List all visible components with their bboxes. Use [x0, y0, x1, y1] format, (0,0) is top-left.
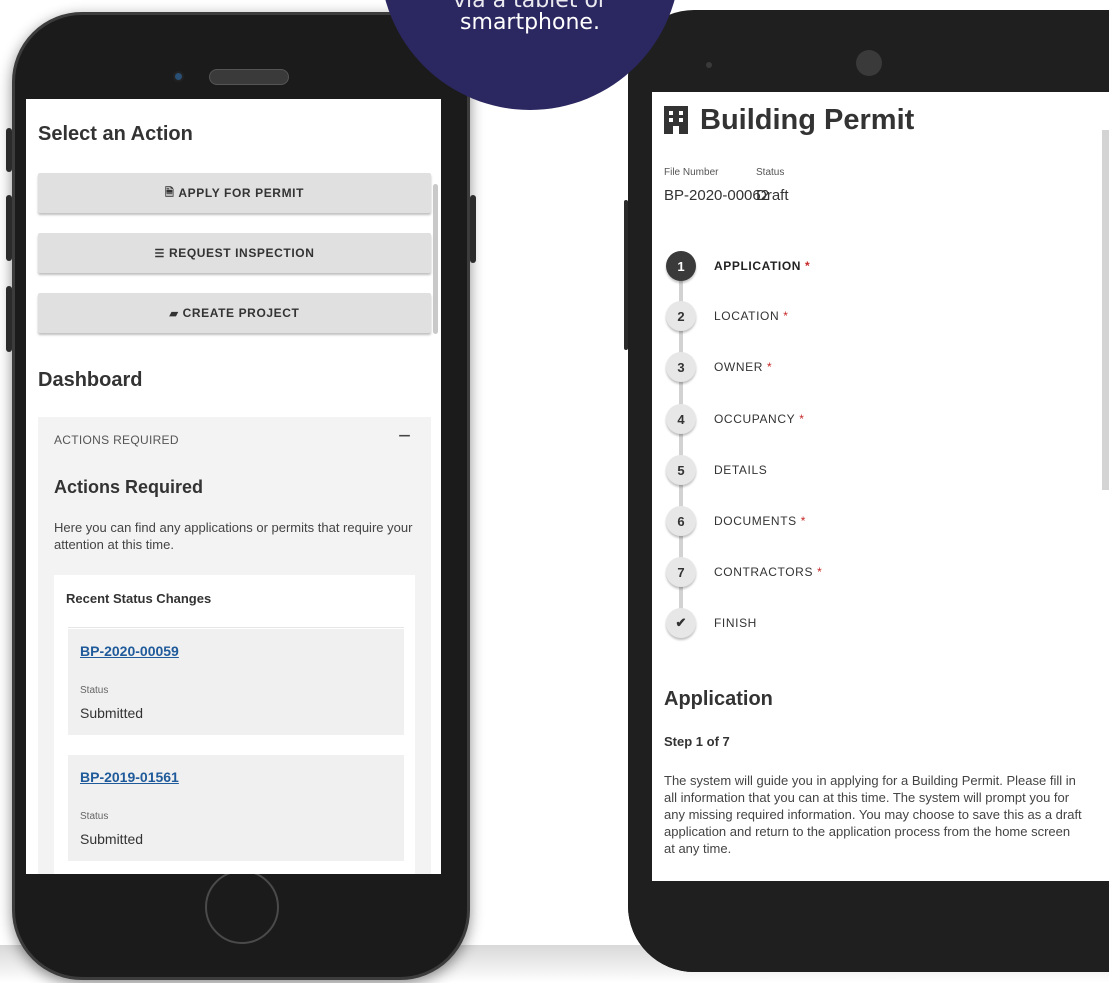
list-item: BP-2019-01561 Status Submitted — [68, 755, 404, 861]
button-label: REQUEST INSPECTION — [168, 246, 315, 260]
step-label: DOCUMENTS * — [714, 514, 807, 528]
step-label: CONTRACTORS * — [714, 565, 823, 579]
sensor-dot — [706, 62, 712, 68]
permit-link[interactable]: BP-2019-01561 — [80, 769, 179, 785]
required-marker: * — [817, 565, 823, 579]
folder-icon: ▰ — [169, 307, 179, 320]
collapse-icon[interactable]: − — [398, 423, 411, 449]
request-inspection-button[interactable]: ☰ REQUEST INSPECTION — [38, 233, 431, 273]
front-camera-icon — [173, 71, 184, 82]
step-number: 4 — [666, 404, 696, 434]
step-number: 1 — [666, 251, 696, 281]
left-phone-screen: Select an Action 🗎 APPLY FOR PERMIT ☰ RE… — [26, 99, 441, 874]
scrollbar[interactable] — [1102, 130, 1109, 490]
step-counter: Step 1 of 7 — [664, 734, 730, 749]
scrollbar[interactable] — [433, 184, 438, 334]
select-action-title: Select an Action — [38, 123, 193, 145]
step-number: 3 — [666, 352, 696, 382]
status-value: Submitted — [80, 705, 144, 721]
stage: Select an Action 🗎 APPLY FOR PERMIT ☰ RE… — [0, 0, 1109, 983]
actions-required-panel: ACTIONS REQUIRED − Actions Required Here… — [38, 417, 431, 874]
home-button[interactable] — [205, 870, 279, 944]
step-number: 6 — [666, 506, 696, 536]
step-owner[interactable]: 3 OWNER * — [666, 351, 966, 383]
apply-for-permit-button[interactable]: 🗎 APPLY FOR PERMIT — [38, 173, 431, 213]
step-label: OCCUPANCY * — [714, 412, 805, 426]
file-number-value: BP-2020-00062 — [664, 187, 770, 204]
step-label: LOCATION * — [714, 309, 789, 323]
step-number: 7 — [666, 557, 696, 587]
required-marker: * — [800, 514, 807, 528]
right-phone-screen: Building Permit File Number Status BP-20… — [652, 92, 1109, 881]
required-marker: * — [799, 412, 805, 426]
required-marker: * — [767, 360, 773, 374]
step-number: 2 — [666, 301, 696, 331]
speaker-grille — [209, 69, 289, 85]
list-item: BP-2020-00059 Status Submitted — [68, 629, 404, 735]
required-marker: * — [805, 259, 811, 273]
checkmark-icon: ✔ — [666, 608, 696, 638]
step-label: APPLICATION * — [714, 259, 811, 273]
power-button — [470, 195, 476, 263]
recent-status-card: Recent Status Changes BP-2020-00059 Stat… — [54, 575, 415, 874]
step-number: 5 — [666, 455, 696, 485]
status-value: Draft — [756, 187, 789, 204]
panel-title: Actions Required — [54, 477, 204, 497]
section-title: Application — [664, 688, 773, 710]
step-contractors[interactable]: 7 CONTRACTORS * — [666, 556, 966, 588]
card-title: Recent Status Changes — [66, 591, 212, 606]
panel-header[interactable]: ACTIONS REQUIRED — [54, 433, 179, 447]
step-label: OWNER * — [714, 360, 773, 374]
section-description: The system will guide you in applying fo… — [664, 773, 1082, 856]
step-application[interactable]: 1 APPLICATION * — [666, 250, 966, 282]
button-label: CREATE PROJECT — [182, 306, 300, 320]
button-label: APPLY FOR PERMIT — [178, 186, 305, 200]
step-finish[interactable]: ✔ FINISH — [666, 607, 966, 639]
volume-down-button — [6, 286, 12, 352]
status-label: Status — [756, 167, 785, 178]
step-label: DETAILS — [714, 463, 768, 477]
status-label: Status — [80, 811, 109, 822]
document-icon: 🗎 — [164, 186, 175, 199]
step-label: FINISH — [714, 616, 757, 630]
status-label: Status — [80, 685, 109, 696]
side-button — [624, 200, 628, 350]
permit-link[interactable]: BP-2020-00059 — [80, 643, 179, 659]
front-camera-icon — [856, 50, 882, 76]
step-location[interactable]: 2 LOCATION * — [666, 300, 966, 332]
create-project-button[interactable]: ▰ CREATE PROJECT — [38, 293, 431, 333]
volume-up-button — [6, 195, 12, 261]
mute-switch — [6, 128, 12, 172]
status-value: Submitted — [80, 831, 144, 847]
panel-description: Here you can find any applications or pe… — [54, 520, 413, 552]
page-title: Building Permit — [700, 104, 915, 136]
divider — [68, 627, 404, 628]
step-documents[interactable]: 6 DOCUMENTS * — [666, 505, 966, 537]
dashboard-title: Dashboard — [38, 369, 143, 391]
building-icon — [664, 106, 688, 134]
step-occupancy[interactable]: 4 OCCUPANCY * — [666, 403, 966, 435]
checklist-icon: ☰ — [154, 247, 165, 260]
required-marker: * — [783, 309, 789, 323]
step-details[interactable]: 5 DETAILS — [666, 454, 966, 486]
badge-line-2: smartphone. — [460, 10, 600, 35]
file-number-label: File Number — [664, 167, 719, 178]
